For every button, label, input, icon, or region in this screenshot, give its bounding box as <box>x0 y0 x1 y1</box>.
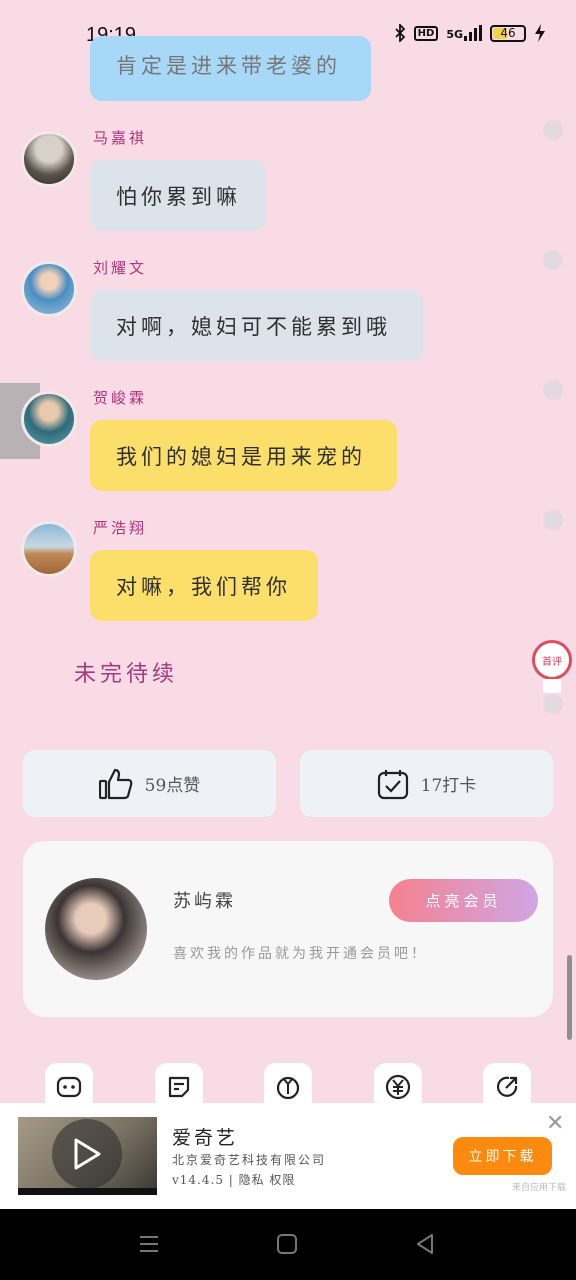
options-dot[interactable] <box>543 250 563 270</box>
checkin-button[interactable]: 17打卡 <box>300 750 553 817</box>
chat-text: 肯定是进来带老婆的 <box>116 54 341 78</box>
cell-signal-icon: 5G <box>446 25 482 41</box>
chat-bubble: 对嘛，我们帮你 <box>90 550 318 621</box>
speaker-name: 刘耀文 <box>93 259 148 277</box>
speaker-name: 贺峻霖 <box>93 389 148 407</box>
yuan-icon <box>385 1074 411 1100</box>
ad-meta[interactable]: v14.4.5 | 隐私 权限 <box>172 1171 295 1188</box>
speaker-name: 严浩翔 <box>93 519 148 537</box>
bluetooth-icon <box>395 24 405 42</box>
chat-bubble: 怕你累到嘛 <box>90 160 266 231</box>
ad-banner[interactable]: 爱奇艺 北京爱奇艺科技有限公司 v14.4.5 | 隐私 权限 立即下载 ✕ 来… <box>0 1103 576 1209</box>
like-count: 59点赞 <box>144 776 201 796</box>
navigation-bar <box>0 1209 576 1280</box>
checkin-count: 17打卡 <box>420 776 477 796</box>
chat-text: 对嘛，我们帮你 <box>116 574 291 599</box>
options-dot[interactable] <box>543 380 563 400</box>
avatar[interactable] <box>21 521 77 577</box>
menu-icon[interactable] <box>138 1233 160 1255</box>
ad-video-thumbnail[interactable] <box>18 1117 157 1195</box>
author-card: 苏屿霖 点亮会员 喜欢我的作品就为我开通会员吧！ <box>23 841 553 1017</box>
chat-text: 我们的媳妇是用来宠的 <box>116 444 366 469</box>
options-dot[interactable] <box>543 694 563 714</box>
flower-icon <box>276 1076 300 1100</box>
avatar[interactable] <box>21 261 77 317</box>
calendar-check-icon <box>377 769 408 799</box>
charging-icon <box>535 24 545 42</box>
first-comment-pin[interactable]: 首评 <box>532 640 572 680</box>
chat-text: 怕你累到嘛 <box>116 184 241 209</box>
ad-company: 北京爱奇艺科技有限公司 <box>172 1153 327 1167</box>
back-icon[interactable] <box>414 1233 436 1255</box>
scrollbar[interactable] <box>567 955 572 1040</box>
hd-badge: HD <box>413 25 439 41</box>
options-dot[interactable] <box>543 120 563 140</box>
ad-title: 爱奇艺 <box>172 1127 239 1149</box>
author-name: 苏屿霖 <box>173 891 236 912</box>
avatar[interactable] <box>21 131 77 187</box>
vip-button[interactable]: 点亮会员 <box>389 879 538 922</box>
chat-bubble: 对啊，媳妇可不能累到哦 <box>90 290 423 361</box>
speaker-name: 马嘉祺 <box>93 129 148 147</box>
pin-base <box>543 679 561 693</box>
ad-source: 来自应用下载 <box>512 1183 567 1193</box>
thumbs-up-icon <box>98 768 133 799</box>
share-icon <box>496 1076 518 1097</box>
chat-bubble: 肯定是进来带老婆的 <box>90 36 371 101</box>
like-button[interactable]: 59点赞 <box>23 750 276 817</box>
options-dot[interactable] <box>543 510 563 530</box>
play-icon[interactable] <box>52 1119 122 1189</box>
chat-text: 对啊，媳妇可不能累到哦 <box>116 314 391 339</box>
note-icon <box>168 1076 190 1098</box>
author-description: 喜欢我的作品就为我开通会员吧！ <box>173 946 428 962</box>
close-icon[interactable]: ✕ <box>546 1111 564 1136</box>
status-icons: HD 5G 46 <box>394 24 546 42</box>
avatar[interactable] <box>21 391 77 447</box>
battery-icon: 46 <box>490 24 526 42</box>
chat-bubble: 我们的媳妇是用来宠的 <box>90 420 397 491</box>
chat-icon <box>56 1076 82 1098</box>
download-button[interactable]: 立即下载 <box>453 1137 552 1175</box>
video-progress-bar <box>18 1188 157 1195</box>
author-avatar[interactable] <box>45 878 147 980</box>
to-be-continued: 未完待续 <box>74 662 179 687</box>
home-icon[interactable] <box>276 1233 298 1255</box>
